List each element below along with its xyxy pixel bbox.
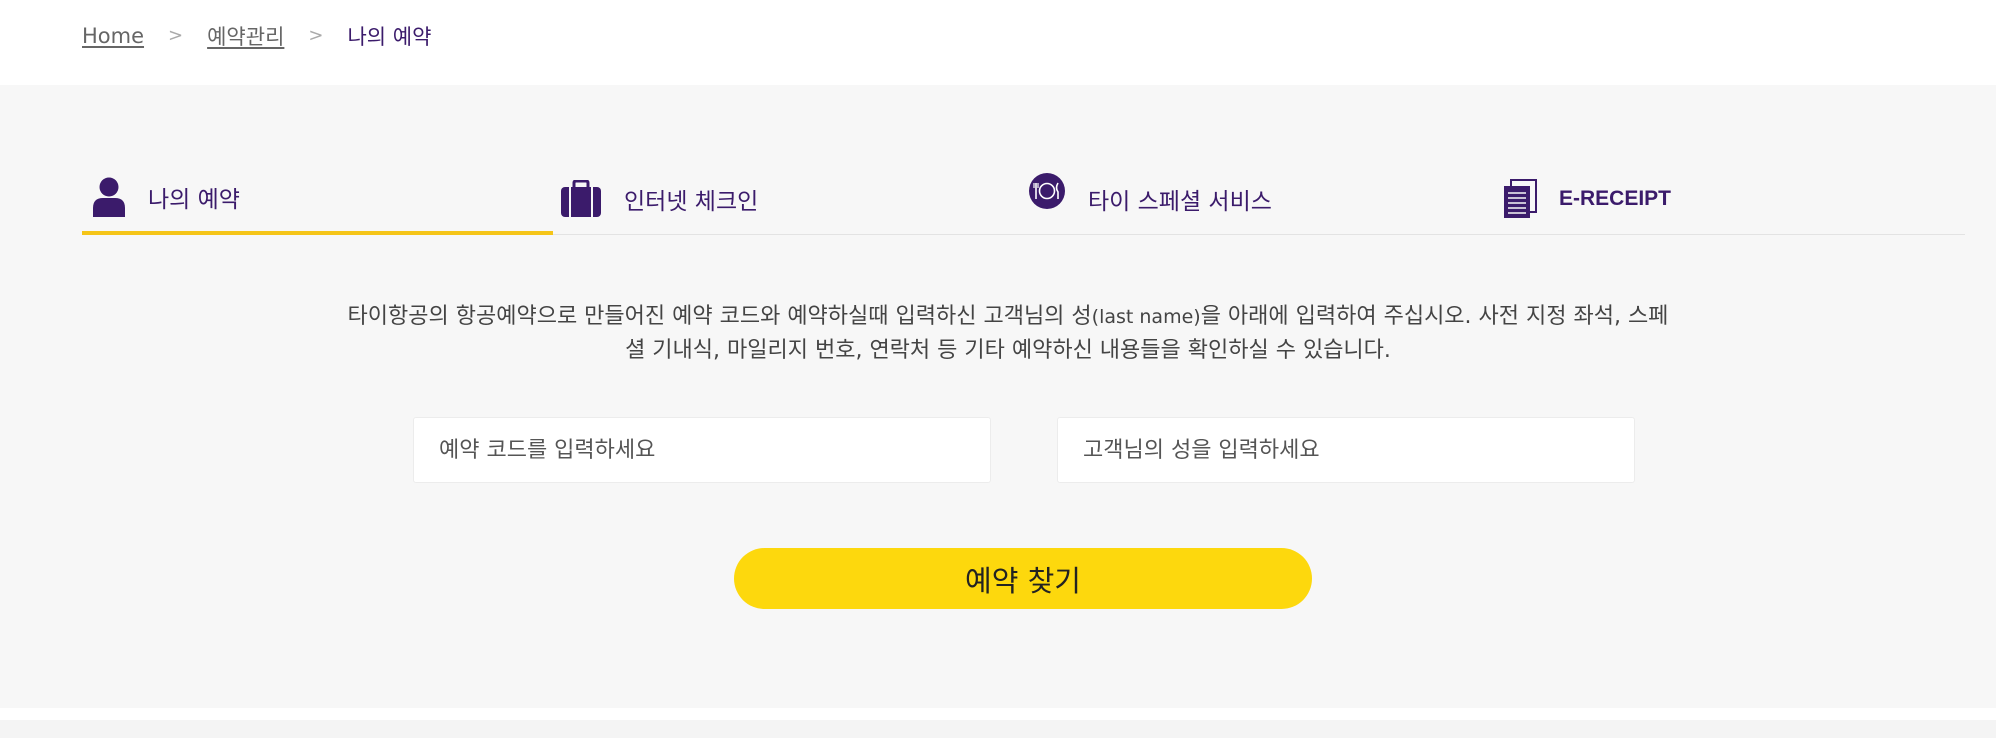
breadcrumb-manage-link[interactable]: 예약관리 <box>207 21 284 51</box>
tab-label: 나의 예약 <box>148 186 240 213</box>
breadcrumb-home-link[interactable]: Home <box>82 24 144 48</box>
tab-e-receipt[interactable]: E-RECEIPT <box>1503 162 1923 235</box>
booking-code-input[interactable] <box>413 417 991 483</box>
document-icon <box>1503 178 1537 219</box>
instructions-last-name-note: (last name) <box>1091 306 1201 328</box>
suitcase-icon <box>560 179 602 218</box>
breadcrumb: Home > 예약관리 > 나의 예약 <box>0 0 1996 85</box>
tab-label: 인터넷 체크인 <box>624 188 759 215</box>
footer <box>0 720 1996 738</box>
breadcrumb-separator: > <box>168 25 184 46</box>
tab-my-booking[interactable]: 나의 예약 <box>82 162 553 235</box>
instructions-text: 타이항공의 항공예약으로 만들어진 예약 코드와 예약하실때 입력하신 고객님의… <box>340 300 1676 368</box>
breadcrumb-current: 나의 예약 <box>347 24 432 49</box>
tab-label: 타이 스페셜 서비스 <box>1088 188 1272 215</box>
main-content: 나의 예약 인터넷 체크인 타이 스페셜 서비스 E-RECEIPT 타이항공의… <box>0 85 1996 708</box>
tab-web-checkin[interactable]: 인터넷 체크인 <box>560 162 980 235</box>
user-icon <box>92 177 126 217</box>
last-name-input[interactable] <box>1057 417 1635 483</box>
find-booking-button[interactable]: 예약 찾기 <box>734 548 1312 609</box>
instructions-part: 타이항공의 항공예약으로 만들어진 예약 코드와 예약하실때 입력하신 고객님의… <box>347 304 1092 329</box>
tab-label: E-RECEIPT <box>1559 186 1672 210</box>
tab-bar: 나의 예약 인터넷 체크인 타이 스페셜 서비스 E-RECEIPT <box>82 162 1965 235</box>
dining-plate-icon <box>1028 172 1066 210</box>
breadcrumb-separator: > <box>308 25 324 46</box>
tab-thai-special-service[interactable]: 타이 스페셜 서비스 <box>1028 162 1468 235</box>
footer-divider <box>0 708 1996 720</box>
